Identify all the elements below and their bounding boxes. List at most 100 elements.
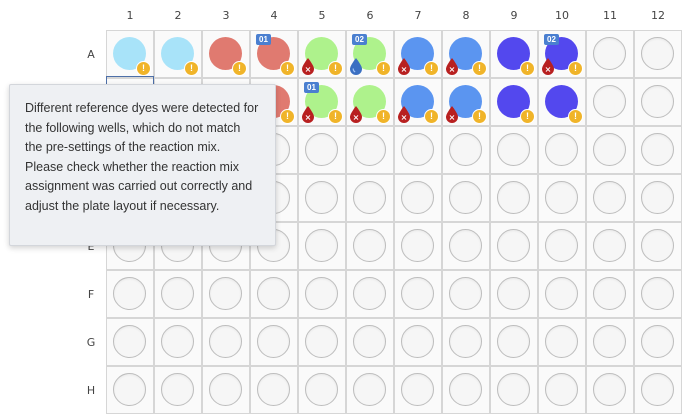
well-G5[interactable]	[298, 318, 346, 366]
well-C10[interactable]	[538, 126, 586, 174]
well-A11[interactable]	[586, 30, 634, 78]
row-header[interactable]: A	[76, 30, 106, 78]
well-F8[interactable]	[442, 270, 490, 318]
well-C6[interactable]	[346, 126, 394, 174]
well-H11[interactable]	[586, 366, 634, 414]
column-header[interactable]: 5	[298, 0, 346, 30]
well-F7[interactable]	[394, 270, 442, 318]
column-header[interactable]: 4	[250, 0, 298, 30]
well-A10[interactable]: 02 ×!	[538, 30, 586, 78]
well-F6[interactable]	[346, 270, 394, 318]
well-A7[interactable]: ×!	[394, 30, 442, 78]
well-B10[interactable]: !	[538, 78, 586, 126]
column-header[interactable]: 1	[106, 0, 154, 30]
empty-well-circle	[449, 277, 482, 310]
well-G4[interactable]	[250, 318, 298, 366]
column-header[interactable]: 10	[538, 0, 586, 30]
well-E11[interactable]	[586, 222, 634, 270]
well-G9[interactable]	[490, 318, 538, 366]
well-H1[interactable]	[106, 366, 154, 414]
row-header[interactable]: G	[76, 318, 106, 366]
well-D11[interactable]	[586, 174, 634, 222]
well-H2[interactable]	[154, 366, 202, 414]
well-F1[interactable]	[106, 270, 154, 318]
well-C5[interactable]	[298, 126, 346, 174]
well-H10[interactable]	[538, 366, 586, 414]
well-H4[interactable]	[250, 366, 298, 414]
column-header[interactable]: 12	[634, 0, 682, 30]
well-G7[interactable]	[394, 318, 442, 366]
empty-well-circle	[209, 277, 242, 310]
column-header[interactable]: 7	[394, 0, 442, 30]
well-C12[interactable]	[634, 126, 682, 174]
column-header[interactable]: 6	[346, 0, 394, 30]
well-B7[interactable]: ×!	[394, 78, 442, 126]
well-D8[interactable]	[442, 174, 490, 222]
well-G11[interactable]	[586, 318, 634, 366]
well-E8[interactable]	[442, 222, 490, 270]
well-E7[interactable]	[394, 222, 442, 270]
well-E6[interactable]	[346, 222, 394, 270]
well-A6[interactable]: 02!	[346, 30, 394, 78]
well-A3[interactable]: !	[202, 30, 250, 78]
column-header[interactable]: 8	[442, 0, 490, 30]
well-E10[interactable]	[538, 222, 586, 270]
well-F12[interactable]	[634, 270, 682, 318]
well-B6[interactable]: ×!	[346, 78, 394, 126]
column-header[interactable]: 9	[490, 0, 538, 30]
well-A9[interactable]: !	[490, 30, 538, 78]
well-B11[interactable]	[586, 78, 634, 126]
well-F10[interactable]	[538, 270, 586, 318]
well-E9[interactable]	[490, 222, 538, 270]
empty-well-circle	[257, 277, 290, 310]
well-D9[interactable]	[490, 174, 538, 222]
well-D7[interactable]	[394, 174, 442, 222]
well-A5[interactable]: ×!	[298, 30, 346, 78]
well-G10[interactable]	[538, 318, 586, 366]
row-header[interactable]: H	[76, 366, 106, 414]
well-B5[interactable]: 01 ×!	[298, 78, 346, 126]
well-G1[interactable]	[106, 318, 154, 366]
column-header[interactable]: 11	[586, 0, 634, 30]
well-A12[interactable]	[634, 30, 682, 78]
column-header[interactable]: 3	[202, 0, 250, 30]
well-G2[interactable]	[154, 318, 202, 366]
well-A1[interactable]: !	[106, 30, 154, 78]
well-B8[interactable]: ×!	[442, 78, 490, 126]
well-C11[interactable]	[586, 126, 634, 174]
well-D5[interactable]	[298, 174, 346, 222]
well-A2[interactable]: !	[154, 30, 202, 78]
well-D6[interactable]	[346, 174, 394, 222]
well-F3[interactable]	[202, 270, 250, 318]
well-F2[interactable]	[154, 270, 202, 318]
well-H8[interactable]	[442, 366, 490, 414]
well-B9[interactable]: !	[490, 78, 538, 126]
well-B12[interactable]	[634, 78, 682, 126]
column-header[interactable]: 2	[154, 0, 202, 30]
well-F9[interactable]	[490, 270, 538, 318]
well-C7[interactable]	[394, 126, 442, 174]
well-H12[interactable]	[634, 366, 682, 414]
well-E12[interactable]	[634, 222, 682, 270]
reference-dye-warning-tooltip: Different reference dyes were detected f…	[9, 84, 276, 246]
well-D12[interactable]	[634, 174, 682, 222]
well-E5[interactable]	[298, 222, 346, 270]
well-G12[interactable]	[634, 318, 682, 366]
well-F5[interactable]	[298, 270, 346, 318]
well-H5[interactable]	[298, 366, 346, 414]
well-H7[interactable]	[394, 366, 442, 414]
well-H9[interactable]	[490, 366, 538, 414]
well-F4[interactable]	[250, 270, 298, 318]
well-G3[interactable]	[202, 318, 250, 366]
well-C9[interactable]	[490, 126, 538, 174]
row-header[interactable]: F	[76, 270, 106, 318]
well-H3[interactable]	[202, 366, 250, 414]
well-A4[interactable]: 01!	[250, 30, 298, 78]
well-D10[interactable]	[538, 174, 586, 222]
well-G8[interactable]	[442, 318, 490, 366]
well-H6[interactable]	[346, 366, 394, 414]
well-C8[interactable]	[442, 126, 490, 174]
well-F11[interactable]	[586, 270, 634, 318]
well-A8[interactable]: ×!	[442, 30, 490, 78]
well-G6[interactable]	[346, 318, 394, 366]
